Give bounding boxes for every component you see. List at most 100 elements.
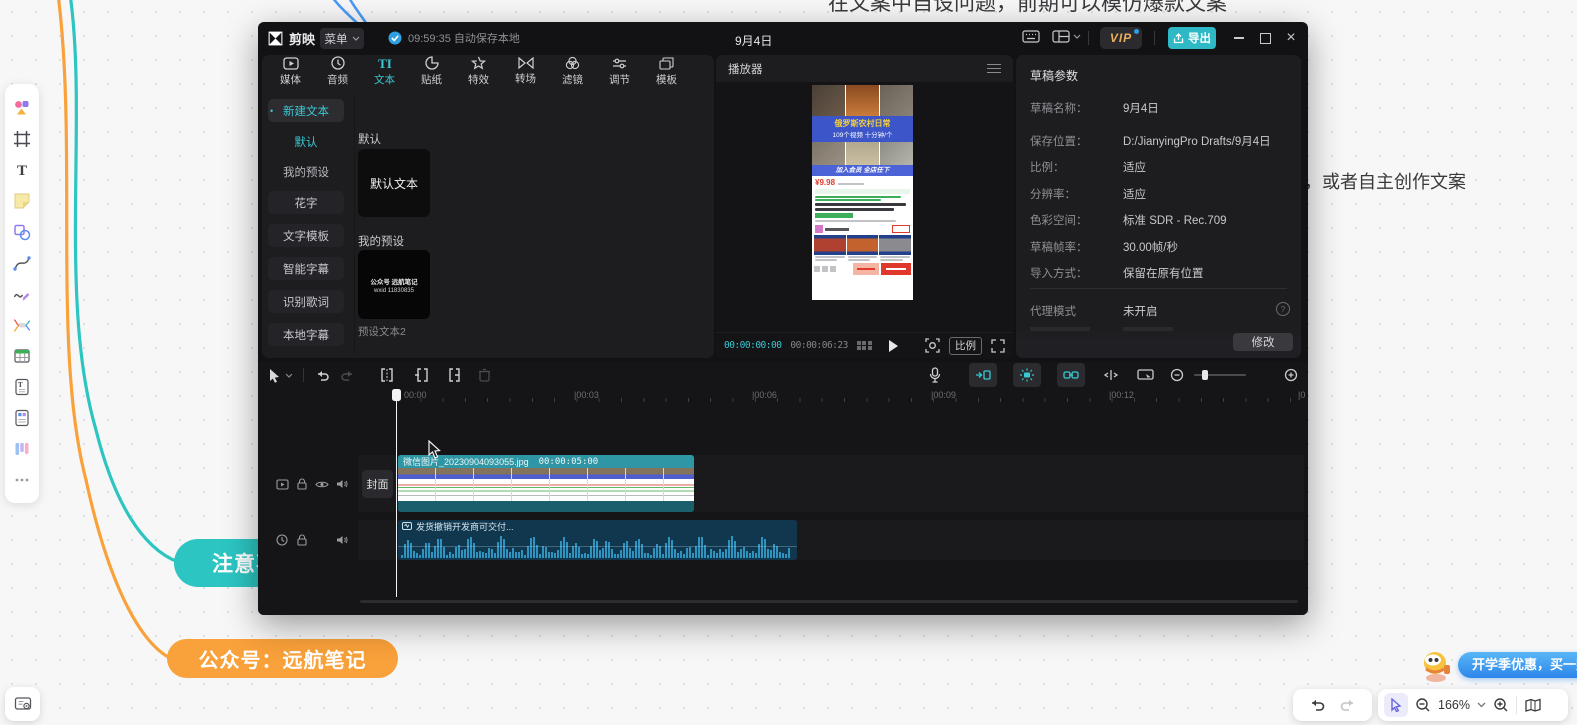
timeline-scrollbar[interactable] — [360, 600, 1298, 603]
app-logo-icon — [267, 30, 284, 47]
export-button[interactable]: 导出 — [1168, 27, 1216, 49]
sidebar-item-default[interactable]: 默认 — [268, 130, 344, 153]
chevron-down-icon[interactable] — [1477, 702, 1486, 708]
audio-clip-icon — [402, 522, 412, 530]
video-track-controls — [274, 476, 350, 492]
player-panel: 播放器 俄罗斯农村日常 109个视频 十分钟/个 — [716, 55, 1013, 358]
sidebar-item-auto-captions[interactable]: 智能字幕 — [268, 257, 344, 280]
audio-clip[interactable]: 发货撤销开发商可交付... — [398, 520, 797, 560]
minimap-icon[interactable] — [1524, 698, 1542, 713]
trim-right-icon[interactable] — [446, 363, 460, 387]
redo-icon[interactable] — [340, 363, 356, 387]
promo-banner[interactable]: 开学季优惠，买一赠一 — [1418, 645, 1577, 685]
sidebar-item-new-text[interactable]: • 新建文本 — [268, 99, 344, 122]
close-button[interactable]: × — [1280, 27, 1302, 49]
more-tools-icon[interactable] — [9, 464, 35, 495]
timeline-zoom-slider[interactable] — [1194, 374, 1246, 376]
sidebar-item-lyrics-recognition[interactable]: 识别歌词 — [268, 290, 344, 313]
connector-icon[interactable] — [9, 247, 35, 278]
record-voiceover-icon[interactable] — [929, 363, 941, 387]
tab-media[interactable]: 媒体 — [267, 55, 314, 88]
timeline-zoom-out-icon[interactable] — [1170, 363, 1184, 387]
menu-button[interactable]: 菜单 — [320, 28, 364, 49]
split-icon[interactable] — [380, 363, 394, 387]
fullscreen-icon[interactable] — [991, 339, 1005, 353]
video-clip[interactable]: 微信图片_20230904093055.jpg 00:00:05:00 — [398, 455, 694, 512]
magnet-snap-toggle[interactable] — [969, 363, 997, 387]
text-tool-icon[interactable]: T — [9, 154, 35, 185]
text-doc-icon[interactable]: T — [9, 371, 35, 402]
lock-icon[interactable] — [294, 532, 310, 548]
sidebar-item-fancy-text[interactable]: 花字 — [268, 191, 344, 214]
timeline-toolbar — [258, 362, 1308, 388]
maximize-button[interactable] — [1254, 27, 1276, 49]
rich-doc-icon[interactable] — [9, 402, 35, 433]
tab-template[interactable]: 模板 — [643, 55, 690, 88]
trim-left-icon[interactable] — [414, 363, 428, 387]
tab-audio[interactable]: 音频 — [314, 55, 361, 88]
modify-button[interactable]: 修改 — [1233, 333, 1293, 351]
timeline-zoom-in-icon[interactable] — [1284, 363, 1298, 387]
mute-speaker-icon[interactable] — [334, 476, 350, 492]
shapes-icon[interactable] — [9, 216, 35, 247]
draft-title: 9月4日 — [735, 32, 772, 49]
visibility-eye-icon[interactable] — [314, 476, 330, 492]
kanban-icon[interactable] — [9, 433, 35, 464]
sidebar-item-local-captions[interactable]: 本地字幕 — [268, 323, 344, 346]
preview-axis-toggle[interactable] — [1057, 363, 1085, 387]
pointer-tool[interactable] — [1384, 693, 1408, 717]
text-sidebar: • 新建文本 默认 我的预设 花字 文字模板 智能字幕 识别歌词 本地字幕 — [268, 99, 350, 346]
preview-scale-icon[interactable] — [925, 338, 940, 353]
undo-icon[interactable] — [314, 363, 330, 387]
player-menu-icon[interactable] — [987, 61, 1001, 76]
default-text-card[interactable]: 默认文本 — [358, 149, 430, 217]
preset-text-card[interactable]: 公众号 远航笔记 wxid 11830835 — [358, 250, 430, 319]
mind-map-icon[interactable] — [9, 309, 35, 340]
proxy-help-icon[interactable]: ? — [1276, 302, 1290, 316]
sticky-note-icon[interactable] — [9, 185, 35, 216]
chevron-down-icon[interactable] — [1073, 34, 1081, 39]
tab-text[interactable]: TI 文本 — [361, 55, 408, 88]
tab-filter[interactable]: 滤镜 — [549, 55, 596, 88]
pen-icon[interactable] — [9, 278, 35, 309]
templates-icon[interactable] — [9, 92, 35, 123]
lock-icon[interactable] — [294, 476, 310, 492]
tab-transition[interactable]: 转场 — [502, 55, 549, 88]
minimize-button[interactable] — [1228, 27, 1250, 49]
sidebar-item-text-template[interactable]: 文字模板 — [268, 224, 344, 247]
preview-price: ¥9.98 — [815, 178, 835, 187]
track-resize-icon[interactable] — [1103, 363, 1119, 387]
redo-icon[interactable] — [1340, 696, 1358, 714]
zoom-in-icon[interactable] — [1493, 697, 1509, 713]
time-ruler[interactable]: 00:00 |00:03 |00:06 |00:09 |00:12 |0 — [258, 388, 1308, 404]
tab-effects[interactable]: 特效 — [455, 55, 502, 88]
table-icon[interactable] — [9, 340, 35, 371]
clip-filename: 微信图片_20230904093055.jpg — [403, 455, 529, 468]
tab-sticker[interactable]: 贴纸 — [408, 55, 455, 88]
undo-icon[interactable] — [1307, 696, 1325, 714]
sidebar-item-my-presets[interactable]: 我的预设 — [268, 160, 344, 183]
zoom-level[interactable]: 166% — [1438, 698, 1470, 712]
screen-preview-icon[interactable] — [1137, 363, 1154, 387]
mute-speaker-icon[interactable] — [334, 532, 350, 548]
audio-clip-name: 发货撤销开发商可交付... — [416, 520, 514, 533]
vip-badge[interactable]: VIP — [1100, 27, 1142, 49]
cover-button[interactable]: 封面 — [362, 470, 393, 498]
linkage-toggle[interactable] — [1013, 363, 1041, 387]
play-button[interactable] — [889, 340, 898, 352]
select-tool-chevron-icon[interactable] — [285, 373, 293, 378]
slider-handle[interactable] — [1202, 370, 1208, 380]
preview-quality-icon[interactable] — [857, 341, 872, 351]
zoom-out-icon[interactable] — [1415, 697, 1431, 713]
delete-icon[interactable] — [478, 363, 491, 387]
timeline: 00:00 |00:03 |00:06 |00:09 |00:12 |0 封面 — [258, 362, 1308, 615]
layout-switch-icon[interactable] — [1052, 30, 1070, 43]
playhead[interactable] — [392, 389, 401, 597]
frame-icon[interactable] — [9, 123, 35, 154]
ratio-button[interactable]: 比例 — [949, 337, 982, 355]
board-settings-button[interactable] — [5, 687, 40, 721]
shortcut-keyboard-icon[interactable] — [1022, 30, 1040, 43]
select-tool-icon[interactable] — [268, 363, 281, 387]
tab-adjust[interactable]: 调节 — [596, 55, 643, 88]
mindmap-node-channel[interactable]: 公众号：远航笔记 — [167, 639, 398, 678]
